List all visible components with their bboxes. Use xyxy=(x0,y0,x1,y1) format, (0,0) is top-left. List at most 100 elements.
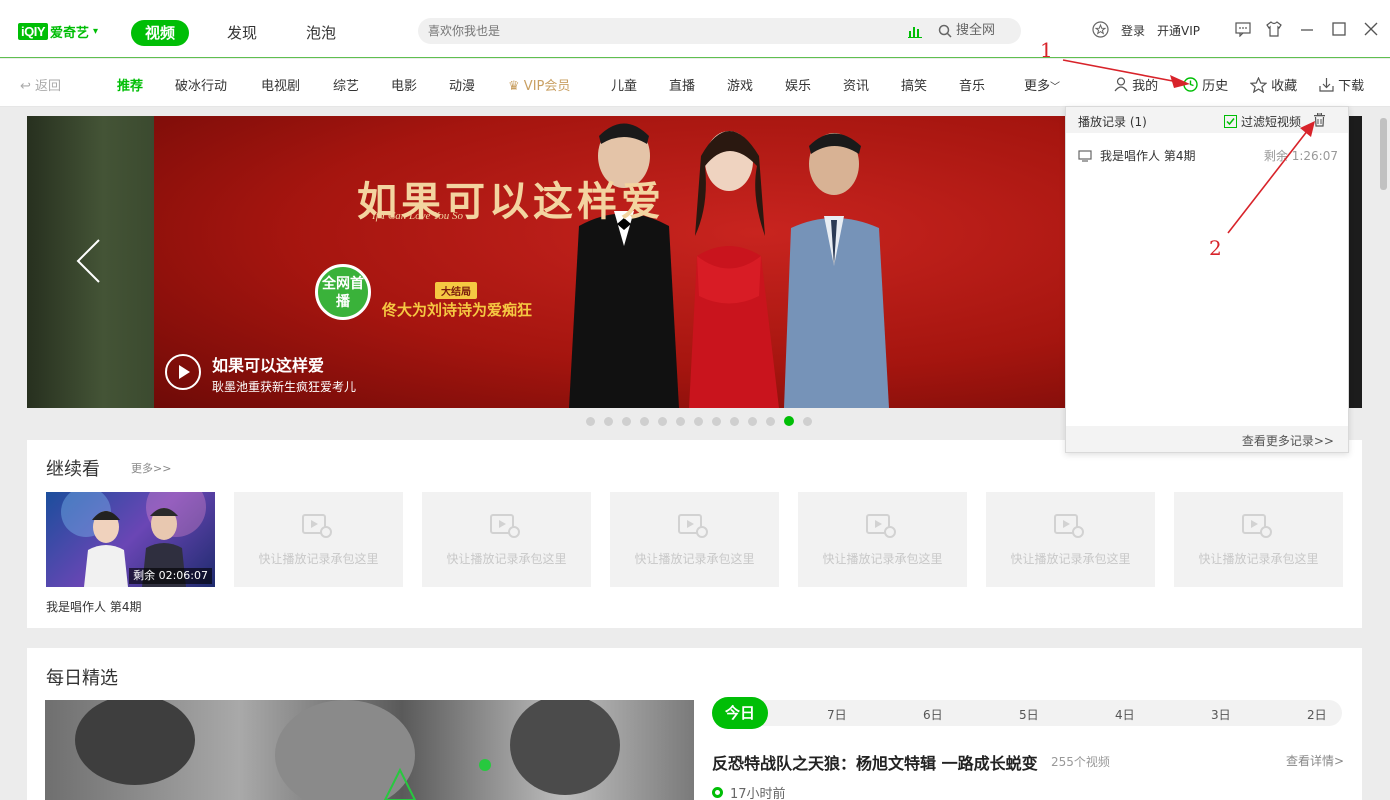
carousel-dot[interactable] xyxy=(712,416,721,426)
carousel-dot[interactable] xyxy=(730,416,739,426)
nav-item-tv[interactable]: 电视剧 xyxy=(261,75,300,94)
history-label: 历史 xyxy=(1202,79,1229,94)
history-popup: 播放记录 (1) 过滤短视频 我是唱作人 第4期 剩余 1:26:07 查看更多… xyxy=(1065,106,1349,453)
premiere-badge: 全网首播 xyxy=(315,264,371,320)
open-vip-link[interactable]: 开通VIP xyxy=(1157,20,1200,40)
maximize-icon[interactable] xyxy=(1331,21,1347,37)
nav-item-anime[interactable]: 动漫 xyxy=(449,75,475,94)
trash-icon[interactable] xyxy=(1313,113,1326,127)
back-button[interactable]: ↩ 返回 xyxy=(20,75,61,94)
banner-caption-subtitle: 耿墨池重获新生疯狂爱考儿 xyxy=(212,380,357,394)
placeholder-text: 快让播放记录承包这里 xyxy=(1198,552,1319,566)
history-button[interactable]: 历史 xyxy=(1183,75,1228,94)
chevron-down-icon: ﹀ xyxy=(1050,82,1061,93)
carousel-dot[interactable] xyxy=(803,416,812,426)
day-tab-6[interactable]: 6日 xyxy=(923,706,943,723)
carousel-dot[interactable] xyxy=(748,416,757,426)
favorite-label: 收藏 xyxy=(1271,79,1298,94)
trending-chart-icon[interactable] xyxy=(908,24,922,38)
play-button[interactable] xyxy=(165,354,201,390)
nav-item-entertainment[interactable]: 娱乐 xyxy=(785,75,811,94)
carousel-dot[interactable] xyxy=(766,416,775,426)
day-tab-4[interactable]: 4日 xyxy=(1115,706,1135,723)
user-icon xyxy=(1114,77,1128,92)
nav-item-more[interactable]: 更多﹀ xyxy=(1024,75,1060,94)
carousel-dot[interactable] xyxy=(604,416,613,426)
app-logo[interactable]: iQIY 爱奇艺 ▾ xyxy=(18,20,98,42)
category-nav: ↩ 返回 推荐 破冰行动 电视剧 综艺 电影 动漫 ♛ VIP会员 儿童 直播 … xyxy=(0,59,1390,107)
nav-item-music[interactable]: 音乐 xyxy=(959,75,985,94)
carousel-dots xyxy=(586,416,812,426)
nav-item-variety[interactable]: 综艺 xyxy=(333,75,359,94)
tab-video[interactable]: 视频 xyxy=(131,20,190,46)
nav-more-label: 更多 xyxy=(1024,79,1051,94)
day-tab-7[interactable]: 7日 xyxy=(827,706,847,723)
download-button[interactable]: 下载 xyxy=(1319,75,1364,94)
minimize-icon[interactable] xyxy=(1299,21,1315,37)
day-tab-2[interactable]: 2日 xyxy=(1307,706,1327,723)
continue-item-title[interactable]: 我是唱作人 第4期 xyxy=(46,598,141,615)
message-icon[interactable] xyxy=(1235,21,1251,37)
daily-feature-image[interactable] xyxy=(45,700,694,800)
nav-item-movie[interactable]: 电影 xyxy=(391,75,417,94)
daily-time-label: 17小时前 xyxy=(730,787,786,800)
vip-star-icon[interactable] xyxy=(1092,21,1109,38)
mine-button[interactable]: 我的 xyxy=(1114,75,1158,94)
history-popup-title: 播放记录 (1) xyxy=(1078,115,1147,129)
nav-item-kids[interactable]: 儿童 xyxy=(611,75,637,94)
nav-item-recommend[interactable]: 推荐 xyxy=(117,75,143,94)
carousel-dot[interactable] xyxy=(640,416,649,426)
favorite-button[interactable]: 收藏 xyxy=(1249,75,1298,94)
carousel-dot[interactable] xyxy=(586,416,595,426)
nav-vip-label: VIP会员 xyxy=(523,79,571,94)
nav-item-funny[interactable]: 搞笑 xyxy=(901,75,927,94)
carousel-dot[interactable] xyxy=(784,416,794,426)
day-tab-3[interactable]: 3日 xyxy=(1211,706,1231,723)
daily-headline[interactable]: 反恐特战队之天狼：杨旭文特辑 一路成长蜕变 xyxy=(712,750,1038,774)
search-icon xyxy=(938,24,952,38)
history-item[interactable]: 我是唱作人 第4期 剩余 1:26:07 xyxy=(1078,147,1338,164)
search-all-button[interactable]: 搜全网 xyxy=(938,18,995,44)
finale-tag: 大结局 xyxy=(435,282,477,299)
chevron-down-icon: ▾ xyxy=(93,25,99,37)
carousel-dot[interactable] xyxy=(694,416,703,426)
banner-slogan: 佟大为刘诗诗为爱痴狂 xyxy=(382,301,533,319)
login-link[interactable]: 登录 xyxy=(1121,20,1145,40)
nav-item-live[interactable]: 直播 xyxy=(669,75,695,94)
nav-item-vip[interactable]: ♛ VIP会员 xyxy=(508,75,570,94)
nav-item-games[interactable]: 游戏 xyxy=(727,75,753,94)
placeholder-slot: 快让播放记录承包这里 xyxy=(986,492,1155,587)
back-label: 返回 xyxy=(35,79,62,94)
search-input[interactable] xyxy=(428,22,888,40)
history-item-title: 我是唱作人 第4期 xyxy=(1100,149,1196,163)
daily-details-link[interactable]: 查看详情> xyxy=(1286,752,1344,769)
day-tab-5[interactable]: 5日 xyxy=(1019,706,1039,723)
day-tab-today[interactable]: 今日 xyxy=(712,697,768,729)
carousel-dot[interactable] xyxy=(622,416,631,426)
continue-more-link[interactable]: 更多>> xyxy=(131,460,171,476)
scrollbar-track[interactable] xyxy=(1378,116,1387,800)
skin-shirt-icon[interactable] xyxy=(1266,21,1282,37)
view-more-records-link[interactable]: 查看更多记录>> xyxy=(1242,432,1334,449)
close-icon[interactable] xyxy=(1363,21,1379,37)
banner-title-english: If I Can Love You So xyxy=(372,210,463,222)
history-popup-footer: 查看更多记录>> xyxy=(1066,426,1348,452)
continue-thumbnail[interactable]: 剩余 02:06:07 xyxy=(46,492,215,587)
nav-item-news[interactable]: 资讯 xyxy=(843,75,869,94)
tab-discover[interactable]: 发现 xyxy=(227,20,257,46)
nav-item-breaking-ice[interactable]: 破冰行动 xyxy=(175,75,227,94)
scrollbar-thumb[interactable] xyxy=(1380,118,1387,190)
chevron-left-icon[interactable] xyxy=(75,238,101,284)
filter-short-videos-checkbox[interactable]: 过滤短视频 xyxy=(1224,113,1301,130)
placeholder-text: 快让播放记录承包这里 xyxy=(446,552,567,566)
annotation-label-1: 1 xyxy=(1040,38,1053,62)
carousel-dot[interactable] xyxy=(658,416,667,426)
carousel-dot[interactable] xyxy=(676,416,685,426)
video-placeholder-icon xyxy=(678,514,708,538)
placeholder-slot: 快让播放记录承包这里 xyxy=(422,492,591,587)
banner-caption-title[interactable]: 如果可以这样爱 xyxy=(212,352,324,376)
placeholder-slot: 快让播放记录承包这里 xyxy=(798,492,967,587)
tab-bubble[interactable]: 泡泡 xyxy=(306,20,336,46)
status-dot-icon xyxy=(712,787,723,798)
video-placeholder-icon xyxy=(302,514,332,538)
